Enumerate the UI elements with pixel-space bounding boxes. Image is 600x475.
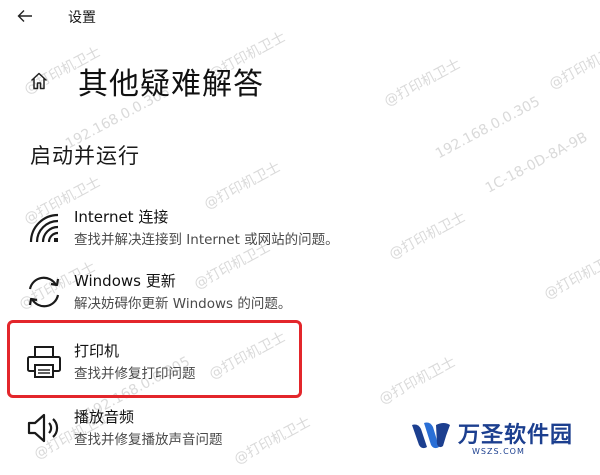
watermark-text: @打印机卫士 <box>546 39 600 93</box>
item-description: 解决妨碍你更新 Windows 的问题。 <box>74 296 292 312</box>
watermark-mac: 1C-18-0D-8A-9B <box>482 129 591 197</box>
brand-url: WSZS.COM <box>472 447 525 456</box>
wifi-icon <box>24 208 64 248</box>
troubleshooter-windows-update[interactable]: Windows 更新 解决妨碍你更新 Windows 的问题。 <box>22 266 442 318</box>
arrow-left-icon <box>17 10 32 22</box>
item-label: Windows 更新 <box>74 272 176 290</box>
home-icon[interactable] <box>28 70 50 92</box>
brand-name: 万圣软件园 <box>458 423 574 448</box>
page-title: 其他疑难解答 <box>78 67 264 102</box>
speaker-icon <box>24 408 64 448</box>
highlight-box <box>7 320 302 398</box>
section-title: 启动并运行 <box>30 144 140 168</box>
item-label: 播放音频 <box>74 408 135 426</box>
title-bar: 设置 <box>0 0 600 34</box>
item-description: 查找并解决连接到 Internet 或网站的问题。 <box>74 232 339 248</box>
refresh-icon <box>24 272 64 312</box>
item-label: Internet 连接 <box>74 208 169 226</box>
watermark-text: @打印机卫士 <box>541 249 600 303</box>
troubleshooter-internet[interactable]: Internet 连接 查找并解决连接到 Internet 或网站的问题。 <box>22 202 442 254</box>
brand-logo-icon <box>412 422 450 449</box>
item-description: 查找并修复播放声音问题 <box>74 432 223 448</box>
watermark-text: @打印机卫士 <box>381 56 464 110</box>
window-title: 设置 <box>68 10 96 26</box>
watermark-ip: 192.168.0.0.305 <box>433 93 543 163</box>
troubleshooter-playing-audio[interactable]: 播放音频 查找并修复播放声音问题 <box>22 402 442 454</box>
brand-watermark: 万圣软件园 WSZS.COM <box>410 415 590 467</box>
page-header: 其他疑难解答 <box>28 56 264 106</box>
back-button[interactable] <box>12 5 38 27</box>
